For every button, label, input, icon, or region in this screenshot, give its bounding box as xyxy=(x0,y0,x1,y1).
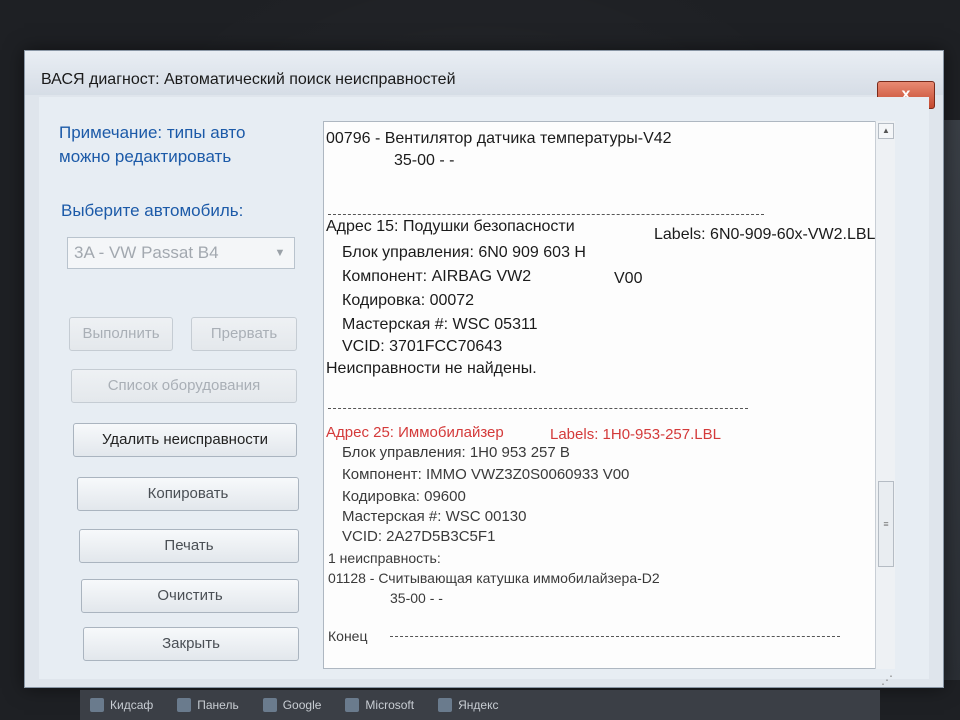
clear-faults-button[interactable]: Удалить неисправности xyxy=(73,423,297,457)
run-button[interactable]: Выполнить xyxy=(69,317,173,351)
resize-grip-icon[interactable]: ⋰ xyxy=(881,673,895,687)
control-unit-25: Блок управления: 1H0 953 257 B xyxy=(342,444,570,461)
app-icon xyxy=(177,698,192,712)
component-15: Компонент: AIRBAG VW2 xyxy=(342,268,532,285)
end-divider xyxy=(390,636,840,637)
end-label: Конец xyxy=(328,628,368,644)
workshop-15: Мастерская #: WSC 05311 xyxy=(342,316,538,333)
labels-25: Labels: 1H0-953-257.LBL xyxy=(550,426,721,443)
car-select-value: 3A - VW Passat B4 xyxy=(74,243,219,262)
taskbar-label: Google xyxy=(282,698,322,712)
fault-count-25: 1 неисправность: xyxy=(328,550,441,566)
component-25: Компонент: IMMO VWZ3Z0S0060933 V00 xyxy=(342,466,630,483)
note-label: Примечание: типы авто можно редактироват… xyxy=(59,121,309,169)
control-unit-15: Блок управления: 6N0 909 603 H xyxy=(342,244,586,261)
app-icon xyxy=(90,698,104,712)
taskbar-item[interactable]: Панель xyxy=(177,698,239,712)
app-icon xyxy=(438,698,453,712)
taskbar-item[interactable]: Кидсаф xyxy=(90,698,153,712)
car-select[interactable]: 3A - VW Passat B4 ▼ xyxy=(67,237,295,269)
stop-button[interactable]: Прервать xyxy=(191,317,297,351)
scroll-thumb[interactable]: ≡ xyxy=(878,481,894,567)
vertical-scrollbar[interactable]: ▲ ≡ xyxy=(875,121,895,669)
clear-button[interactable]: Очистить xyxy=(81,579,299,613)
taskbar-item[interactable]: Яндекс xyxy=(438,698,498,712)
divider-2 xyxy=(328,408,748,409)
client-area: Примечание: типы авто можно редактироват… xyxy=(39,97,929,687)
coding-15: Кодировка: 00072 xyxy=(342,292,475,309)
choose-car-label: Выберите автомобиль: xyxy=(61,201,244,220)
fault-line-00796: 00796 - Вентилятор датчика температуры-V… xyxy=(326,130,672,147)
taskbar-item[interactable]: Microsoft xyxy=(345,698,414,712)
title-bar[interactable]: ВАСЯ диагност: Автоматический поиск неис… xyxy=(25,51,943,95)
print-button[interactable]: Печать xyxy=(79,529,299,563)
window-title: ВАСЯ диагност: Автоматический поиск неис… xyxy=(41,71,456,88)
close-button[interactable]: Закрыть xyxy=(83,627,299,661)
taskbar-label: Microsoft xyxy=(365,698,415,712)
app-icon xyxy=(345,698,360,712)
chevron-down-icon[interactable]: ▼ xyxy=(270,242,290,264)
copy-button[interactable]: Копировать xyxy=(77,477,299,511)
fault-sub-01128: 35-00 - - xyxy=(390,590,443,606)
address-15: Адрес 15: Подушки безопасности xyxy=(326,218,575,235)
app-icon xyxy=(262,698,277,712)
taskbar: Кидсаф Панель Google Microsoft Яндекс xyxy=(80,690,880,720)
vcid-15: VCID: 3701FCC70643 xyxy=(342,338,503,355)
taskbar-label: Панель xyxy=(197,698,239,712)
equipment-list-button[interactable]: Список оборудования xyxy=(71,369,297,403)
note-line-1: Примечание: типы авто xyxy=(59,123,246,142)
labels-15: Labels: 6N0-909-60x-VW2.LBL xyxy=(654,226,876,243)
taskbar-label: Кидсаф xyxy=(110,698,154,712)
app-window: ВАСЯ диагност: Автоматический поиск неис… xyxy=(24,50,944,688)
report-text-area[interactable]: 00796 - Вентилятор датчика температуры-V… xyxy=(323,121,891,669)
fault-sub-00796: 35-00 - - xyxy=(394,152,455,169)
fault-line-01128: 01128 - Считывающая катушка иммобилайзер… xyxy=(328,570,660,586)
status-15: Неисправности не найдены. xyxy=(326,360,537,377)
vcid-25: VCID: 2A27D5B3C5F1 xyxy=(342,528,496,545)
taskbar-label: Яндекс xyxy=(458,698,499,712)
workshop-25: Мастерская #: WSC 00130 xyxy=(342,508,527,525)
component-ver-15: V00 xyxy=(614,270,643,287)
taskbar-item[interactable]: Google xyxy=(262,698,322,712)
coding-25: Кодировка: 09600 xyxy=(342,488,466,505)
divider-1 xyxy=(328,214,764,215)
note-line-2: можно редактировать xyxy=(59,147,232,166)
address-25: Адрес 25: Иммобилайзер xyxy=(326,424,504,441)
scroll-up-arrow-icon[interactable]: ▲ xyxy=(878,123,894,139)
